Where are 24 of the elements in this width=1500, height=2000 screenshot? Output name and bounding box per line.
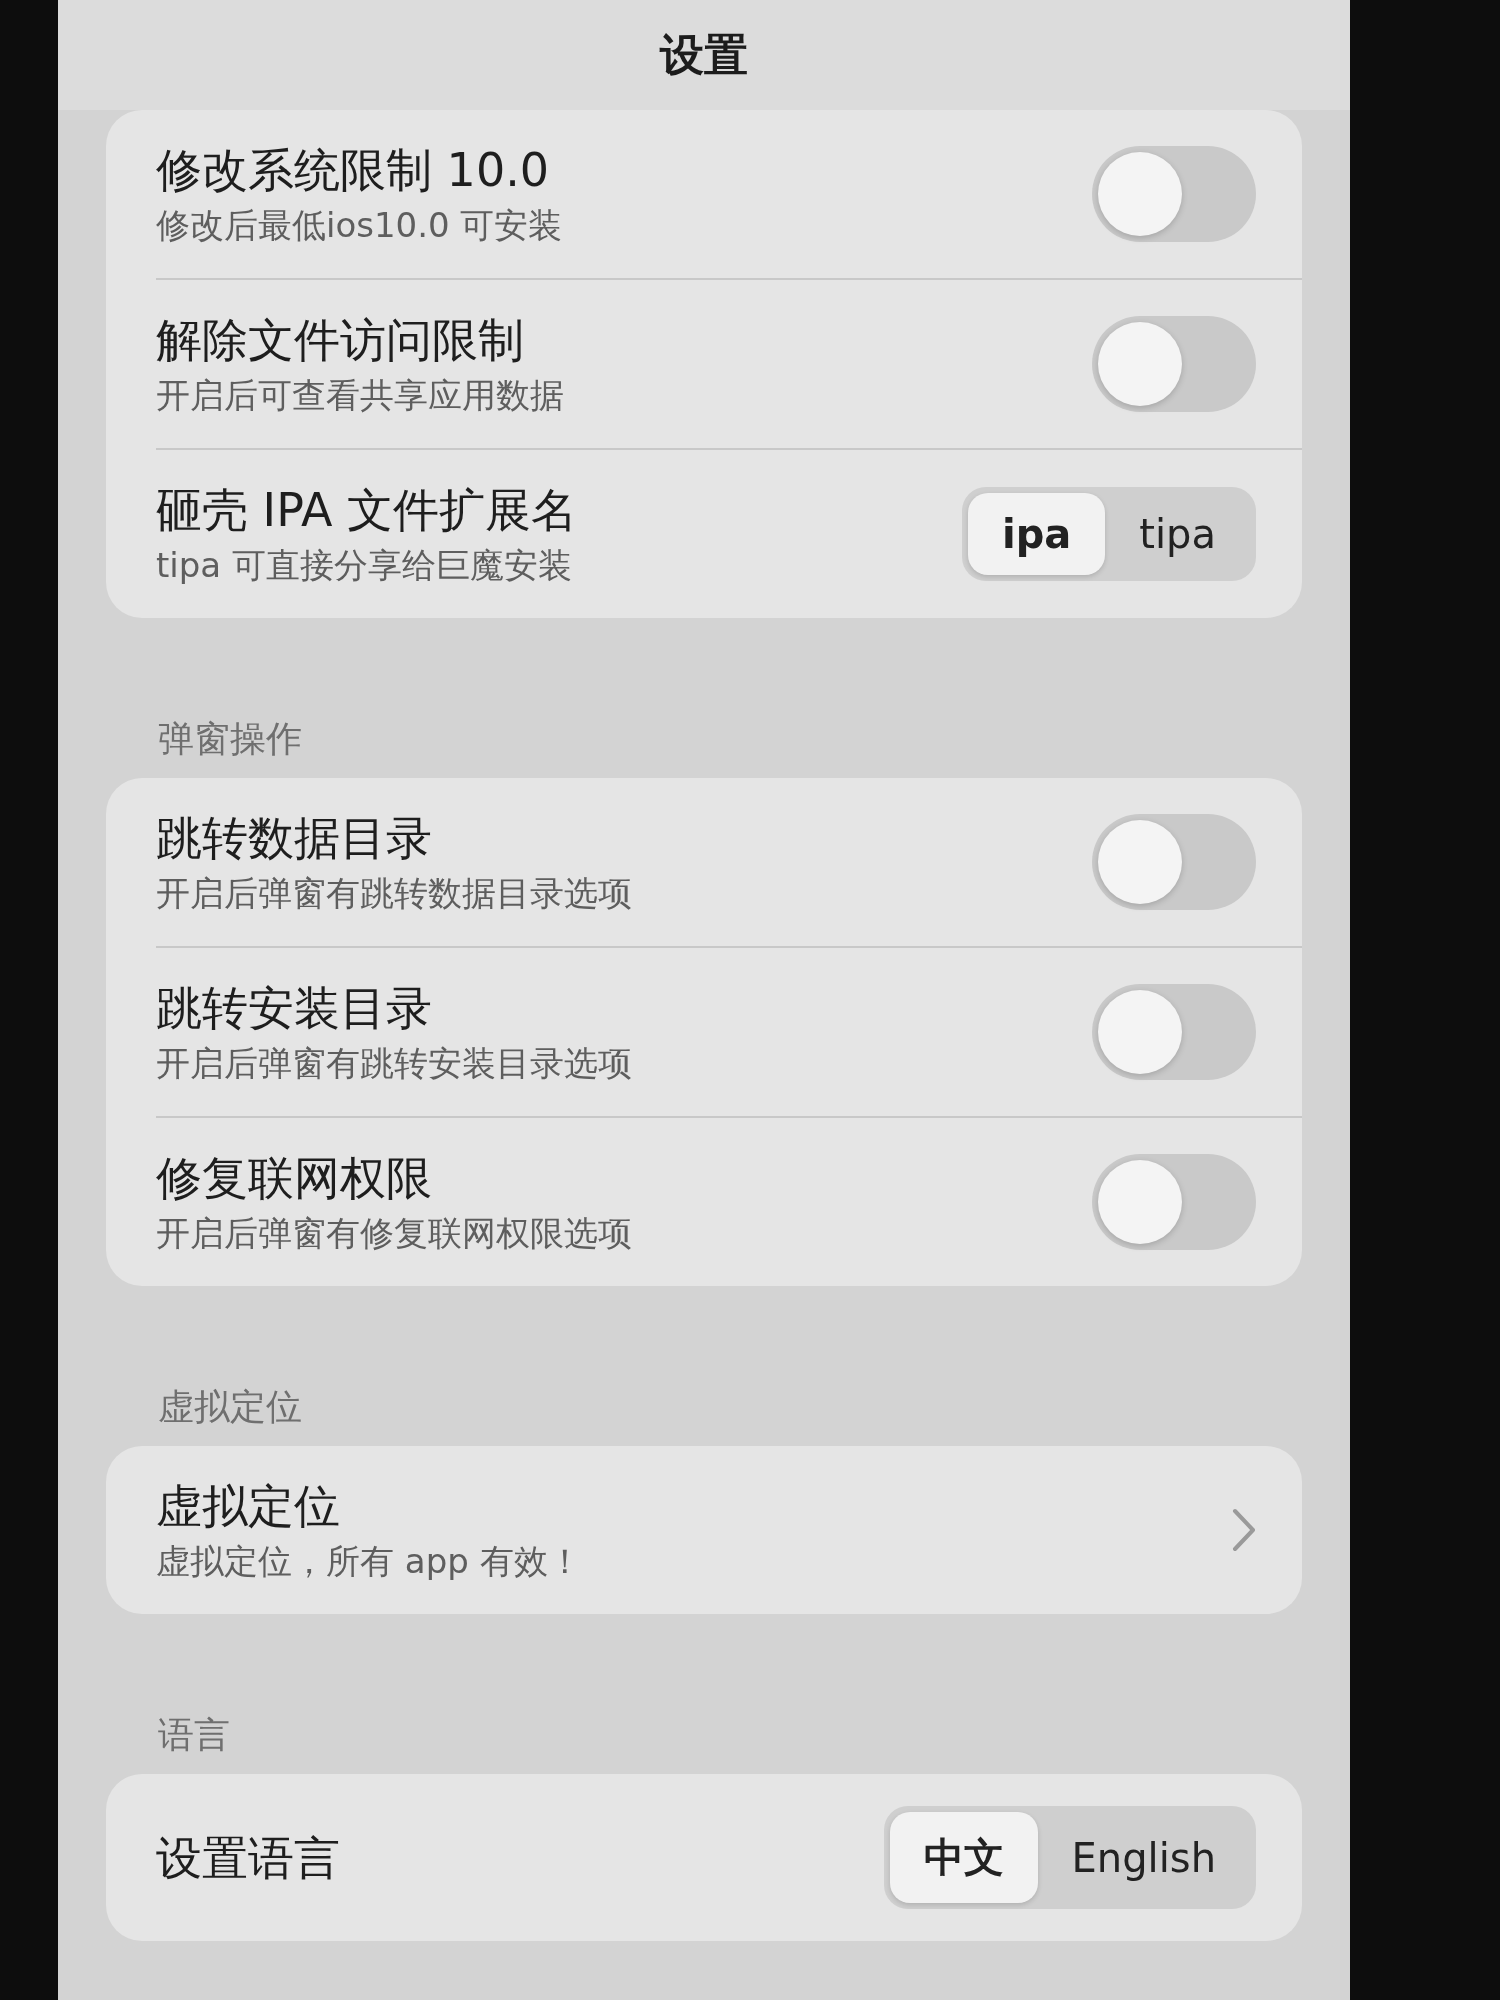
segment-option[interactable]: ipa: [967, 493, 1106, 575]
setting-title: 修改系统限制 10.0: [156, 142, 550, 198]
setting-description: 开启后可查看共享应用数据: [156, 374, 564, 416]
setting-description: 修改后最低ios10.0 可安装: [156, 204, 563, 246]
nav-title: 设置: [660, 27, 748, 82]
setting-title: 解除文件访问限制: [156, 312, 524, 368]
setting-description: tipa 可直接分享给巨魔安装: [156, 544, 572, 586]
setting-description: 开启后弹窗有跳转数据目录选项: [156, 872, 632, 914]
setting-title: 跳转数据目录: [156, 810, 432, 866]
segment-option[interactable]: English: [1037, 1812, 1250, 1903]
section-header: 弹窗操作: [158, 718, 302, 760]
chevron-right-icon: [1232, 1508, 1256, 1552]
section-header: 虚拟定位: [158, 1386, 302, 1428]
setting-title: 修复联网权限: [156, 1150, 432, 1206]
setting-description: 虚拟定位，所有 app 有效！: [156, 1540, 582, 1582]
setting-description: 开启后弹窗有跳转安装目录选项: [156, 1042, 632, 1084]
setting-description: 开启后弹窗有修复联网权限选项: [156, 1212, 632, 1254]
segment-option[interactable]: 中文: [889, 1812, 1038, 1903]
segment-option[interactable]: tipa: [1105, 493, 1250, 575]
setting-title: 砸壳 IPA 文件扩展名: [156, 482, 578, 538]
setting-title: 设置语言: [156, 1829, 340, 1886]
setting-title: 虚拟定位: [156, 1478, 340, 1534]
setting-title: 跳转安装目录: [156, 980, 432, 1036]
section-header: 语言: [158, 1714, 230, 1756]
